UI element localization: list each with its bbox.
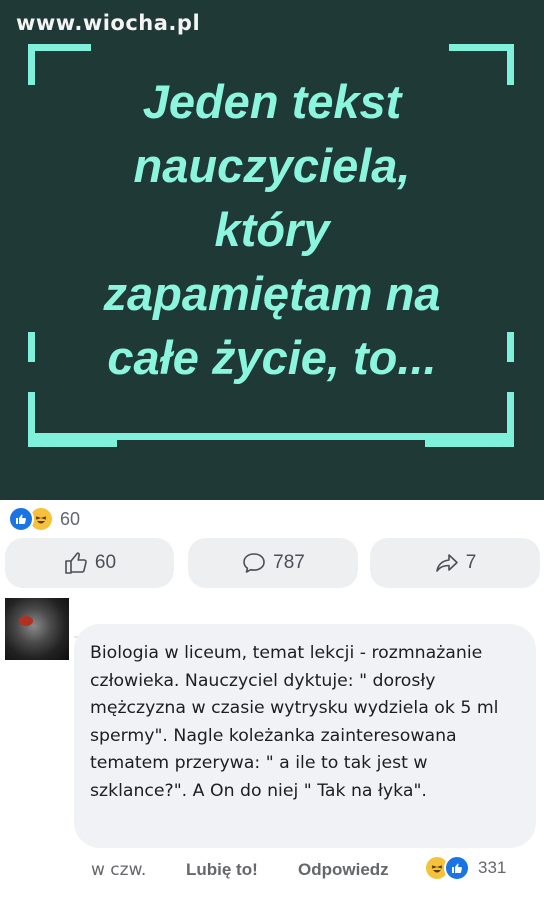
comment-count: 787 (273, 552, 305, 573)
watermark: www.wiocha.pl (16, 11, 201, 35)
avatar[interactable] (5, 598, 69, 660)
comment-text: Biologia w liceum, temat lekcji - rozmna… (90, 643, 499, 801)
comment-icon (243, 553, 265, 573)
like-icon (444, 855, 470, 881)
frame-side-right (507, 332, 514, 362)
thumbs-up-icon (65, 552, 87, 574)
like-button[interactable]: 60 (5, 538, 174, 588)
comment-timestamp[interactable]: w czw. (91, 860, 146, 880)
comment-like-button[interactable]: Lubię to! (186, 860, 258, 880)
comment-button[interactable]: 787 (188, 538, 358, 588)
post-reaction-summary[interactable]: 60 (8, 506, 80, 532)
frame-bottom-line (28, 433, 514, 440)
post-image[interactable]: www.wiocha.pl Jeden tekst nauczyciela, k… (0, 0, 544, 500)
hero-line: zapamiętam na (103, 267, 441, 320)
hero-line: nauczyciela, (133, 139, 411, 192)
comment-reply-button[interactable]: Odpowiedz (298, 860, 389, 880)
share-button[interactable]: 7 (370, 538, 540, 588)
comment-reactions[interactable]: 331 (424, 855, 506, 881)
hero-text: Jeden tekst nauczyciela, który zapamięta… (40, 70, 504, 390)
hero-line: który (214, 203, 330, 256)
share-icon (435, 554, 458, 572)
like-count: 60 (94, 552, 117, 573)
share-count: 7 (465, 552, 477, 573)
like-icon (8, 506, 34, 532)
reaction-count: 60 (60, 508, 81, 529)
hero-line: Jeden tekst (142, 75, 402, 128)
comment-reaction-count: 331 (478, 858, 507, 877)
hero-line: całe życie, to... (107, 331, 437, 384)
frame-side-left (28, 332, 35, 362)
